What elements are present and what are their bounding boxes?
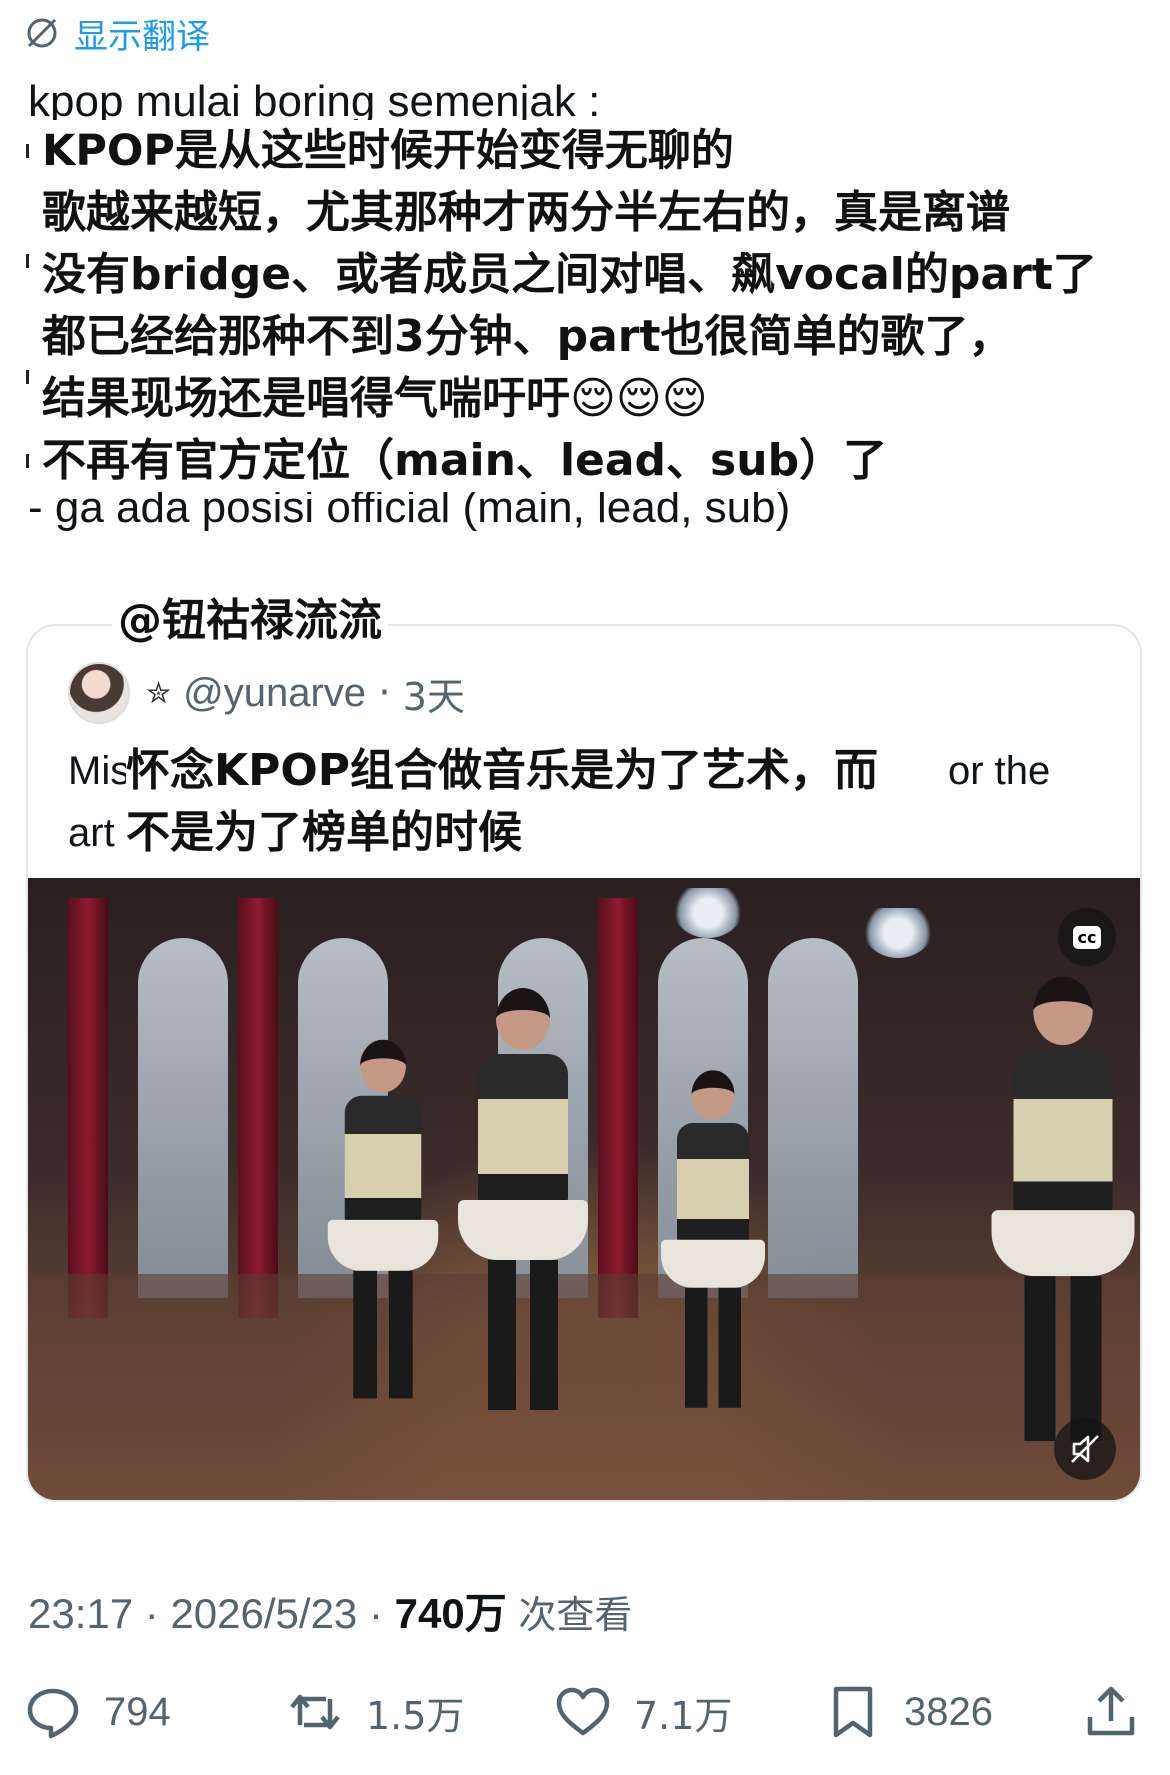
- video-scene: [238, 898, 278, 1318]
- repost-icon: [290, 1694, 340, 1730]
- translation-line: 不再有官方定位（main、lead、sub）了: [38, 430, 1148, 492]
- video-scene: [458, 988, 588, 1410]
- heart-icon: [556, 1687, 610, 1736]
- tweet-time: 23:17: [28, 1590, 134, 1637]
- video-scene: [858, 908, 938, 958]
- quoted-translation-line: 不是为了榜单的时候: [126, 802, 906, 864]
- video-player[interactable]: cc: [28, 878, 1140, 1500]
- mute-button[interactable]: [1054, 1418, 1116, 1480]
- text-remnant: [26, 454, 29, 468]
- video-scene: [668, 888, 748, 938]
- show-translation-button[interactable]: 显示翻译: [24, 8, 210, 58]
- show-translation-label: 显示翻译: [74, 16, 210, 57]
- text-remnant: [26, 370, 29, 384]
- quoted-text-fragment: or the: [948, 749, 1051, 793]
- quoted-text-line: art 不是为了榜单的时候: [68, 802, 1108, 864]
- globe-slash-icon: [27, 18, 57, 48]
- video-scene: [327, 1039, 439, 1399]
- video-scene: [68, 898, 108, 1318]
- reply-count: 794: [104, 1689, 171, 1734]
- video-scene: [991, 976, 1135, 1442]
- tweet-meta: 23:17 · 2026/5/23 · 740万 次查看: [28, 1580, 632, 1641]
- quoted-tweet-text: Mis or the 怀念KPOP组合做音乐是为了艺术，而 art 不是为了榜单…: [68, 740, 1108, 864]
- reply-icon: [27, 1688, 79, 1739]
- view-count: 740万: [394, 1590, 507, 1637]
- bookmark-icon: [833, 1686, 873, 1738]
- quoted-tweet-card[interactable]: ✮ @yunarve · 3天 Mis or the 怀念KPOP组合做音乐是为…: [26, 624, 1142, 1502]
- quoted-tweet-age: 3天: [402, 674, 465, 719]
- like-count: 7.1万: [634, 1693, 733, 1738]
- text-remnant: [26, 144, 29, 158]
- video-scene: [598, 898, 638, 1318]
- video-scene: [768, 938, 858, 1298]
- separator-dot: ·: [357, 1590, 395, 1637]
- view-count-label: 次查看: [518, 1593, 633, 1637]
- text-remnant: [26, 254, 29, 268]
- repost-count: 1.5万: [366, 1693, 465, 1738]
- quoted-translation-line: 怀念KPOP组合做音乐是为了艺术，而: [126, 740, 946, 802]
- quoted-tweet-header: ✮ @yunarve · 3天: [68, 662, 465, 724]
- reply-button[interactable]: 794: [24, 1672, 171, 1752]
- credit-watermark: @钮祜禄流流: [112, 584, 388, 648]
- separator-dot: ·: [378, 670, 391, 716]
- avatar[interactable]: [68, 662, 130, 724]
- translation-line: KPOP是从这些时候开始变得无聊的: [38, 120, 1148, 182]
- translation-line: 都已经给那种不到3分钟、part也很简单的歌了，: [38, 306, 1148, 368]
- video-scene: [138, 938, 228, 1298]
- like-button[interactable]: 7.1万: [554, 1672, 732, 1752]
- share-button[interactable]: [1082, 1672, 1140, 1752]
- quoted-text-fragment: art: [68, 811, 115, 855]
- tweet-date: 2026/5/23: [170, 1590, 358, 1637]
- share-icon: [1087, 1686, 1135, 1736]
- star-badge-icon: ✮: [146, 675, 172, 711]
- repost-button[interactable]: 1.5万: [286, 1672, 464, 1752]
- translation-line: 没有bridge、或者成员之间对唱、飙vocal的part了: [38, 244, 1148, 306]
- translation-line: 结果现场还是唱得气喘吁吁😌😌😌: [38, 368, 1148, 430]
- video-scene: [661, 1070, 765, 1408]
- speaker-muted-icon: [1071, 1435, 1099, 1463]
- translation-line: 歌越来越短，尤其那种才两分半左右的，真是离谱: [38, 182, 1148, 244]
- captions-icon: cc: [1072, 925, 1102, 949]
- separator-dot: ·: [133, 1590, 171, 1637]
- captions-button[interactable]: cc: [1058, 908, 1116, 966]
- quoted-handle[interactable]: @yunarve: [183, 671, 366, 716]
- bookmark-button[interactable]: 3826: [824, 1672, 993, 1752]
- quoted-text-line: Mis or the 怀念KPOP组合做音乐是为了艺术，而: [68, 740, 1108, 802]
- bookmark-count: 3826: [904, 1689, 993, 1734]
- quoted-text-fragment: Mis: [68, 749, 131, 793]
- translation-overlay: KPOP是从这些时候开始变得无聊的 歌越来越短，尤其那种才两分半左右的，真是离谱…: [26, 120, 1148, 492]
- tweet-text: kpop mulai boring semenjak : KPOP是从这些时候开…: [26, 72, 1148, 538]
- tweet-action-bar: 794 1.5万 7.1万 3826: [24, 1672, 1154, 1752]
